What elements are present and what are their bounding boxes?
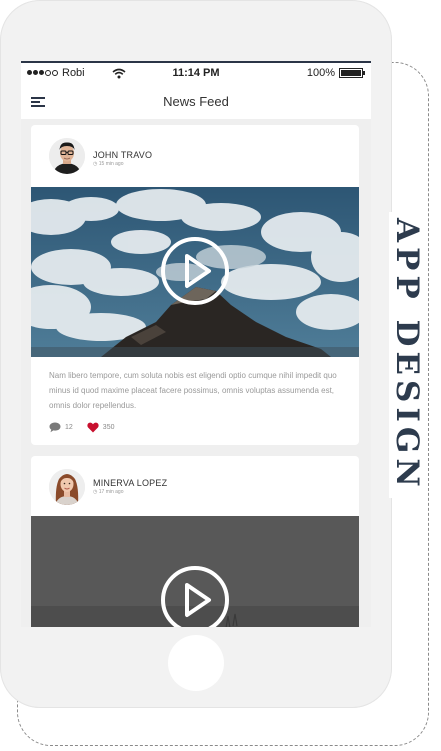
feed-card[interactable]: JOHN TRAVO ◷ 15 min ago Nam libero tempo…: [31, 125, 359, 445]
author-name[interactable]: JOHN TRAVO: [93, 150, 152, 160]
card-header: JOHN TRAVO ◷ 15 min ago: [31, 125, 359, 187]
play-icon: [185, 254, 211, 288]
post-stats: 12 350: [49, 422, 128, 433]
comments-count: 12: [65, 424, 73, 431]
avatar[interactable]: [49, 138, 85, 174]
page-title: News Feed: [163, 94, 229, 109]
avatar[interactable]: [49, 469, 85, 505]
card-header: MINERVA LOPEZ ◷ 17 min ago: [31, 456, 359, 518]
comments-count-button[interactable]: 12: [49, 422, 73, 433]
feed-card[interactable]: MINERVA LOPEZ ◷ 17 min ago: [31, 456, 359, 627]
side-caption: APP DESIGN: [389, 212, 425, 498]
likes-count: 350: [102, 424, 115, 431]
battery-full-icon: [339, 68, 365, 78]
comment-bubble-icon: [49, 422, 61, 433]
post-time: ◷ 17 min ago: [93, 489, 124, 495]
status-bar: Robi 11:14 PM 100%: [21, 63, 371, 85]
battery-info: 100%: [306, 67, 365, 79]
play-button[interactable]: [161, 566, 229, 627]
play-icon: [185, 583, 211, 617]
author-name[interactable]: MINERVA LOPEZ: [93, 478, 167, 488]
video-thumbnail[interactable]: [31, 187, 359, 357]
battery-percent: 100%: [306, 67, 335, 79]
nav-bar: News Feed: [21, 85, 371, 119]
play-button[interactable]: [161, 237, 229, 305]
phone-mockup: Robi 11:14 PM 100% News Feed JOHN TRAVO …: [0, 0, 392, 708]
heart-icon: [87, 422, 99, 433]
post-time: ◷ 15 min ago: [93, 161, 124, 167]
post-text: Nam libero tempore, cum soluta nobis est…: [49, 371, 337, 410]
video-thumbnail[interactable]: [31, 516, 359, 627]
app-screen: Robi 11:14 PM 100% News Feed JOHN TRAVO …: [21, 61, 371, 627]
likes-count-button[interactable]: 350: [87, 422, 115, 433]
home-button[interactable]: [168, 635, 224, 691]
